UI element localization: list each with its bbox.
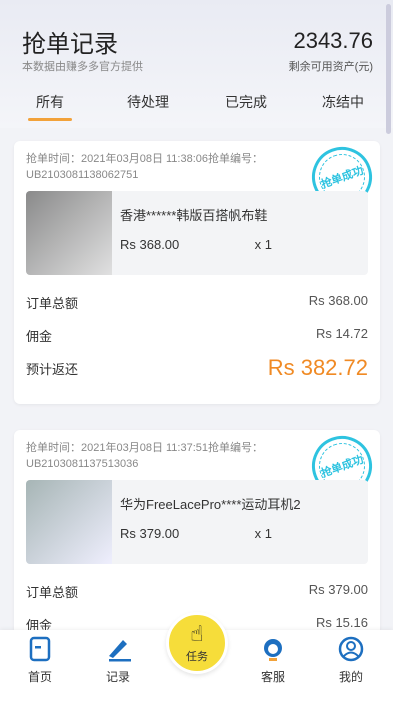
commission-label: 佣金 (26, 329, 53, 344)
user-icon (338, 636, 364, 664)
nav-task-label: 任务 (186, 651, 208, 663)
tab-bar: 所有 待处理 已完成 冻结中 (0, 88, 393, 122)
nav-home[interactable]: 首页 (10, 636, 70, 685)
product-box[interactable]: 华为FreeLacePro****运动耳机2 Rs 379.00 x 1 (26, 480, 368, 564)
product-image (26, 191, 112, 275)
product-qty: x 1 (254, 526, 272, 541)
commission-value: Rs 14.72 (315, 326, 368, 341)
nav-service-label: 客服 (260, 670, 285, 684)
commission-value: Rs 15.16 (315, 615, 368, 630)
return-value: Rs 382.72 (267, 355, 368, 380)
order-total-value: Rs 368.00 (308, 293, 368, 308)
order-card: 抢单时间：2021年03月08日 11:37:51抢单编号：UB21030811… (14, 427, 381, 633)
nav-service[interactable]: 客服 (243, 636, 303, 685)
product-image (26, 480, 112, 564)
order-total-label: 订单总额 (26, 296, 79, 311)
tab-all[interactable]: 所有 (28, 92, 72, 121)
order-total-value: Rs 379.00 (308, 582, 368, 597)
bottom-nav: 首页 记录 ☝ 任务 客服 我的 (0, 612, 393, 702)
order-total-label: 订单总额 (26, 585, 79, 600)
page-title: 抢单记录 (22, 31, 118, 58)
nav-mine[interactable]: 我的 (321, 636, 381, 685)
product-qty: x 1 (254, 237, 272, 252)
nav-records[interactable]: 记录 (88, 636, 148, 685)
nav-task-button[interactable]: ☝ 任务 (166, 612, 228, 674)
home-icon (27, 636, 53, 664)
tab-completed[interactable]: 已完成 (225, 92, 267, 112)
product-name: 香港******韩版百搭帆布鞋 (120, 208, 268, 223)
headset-icon (260, 636, 286, 664)
page-header: 抢单记录 本数据由赚多多官方提供 2343.76 剩余可用资产(元) 所有 待处… (0, 0, 393, 134)
product-price: Rs 368.00 (120, 237, 180, 252)
order-total-row: 订单总额 Rs 368.00 (26, 285, 368, 318)
pen-icon (105, 636, 131, 664)
product-box[interactable]: 香港******韩版百搭帆布鞋 Rs 368.00 x 1 (26, 191, 368, 275)
page-subtitle: 本数据由赚多多官方提供 (22, 61, 143, 73)
nav-mine-label: 我的 (338, 670, 363, 684)
return-row: 预计返还 Rs 382.72 (26, 351, 368, 384)
return-label: 预计返还 (26, 362, 79, 377)
nav-home-label: 首页 (27, 670, 52, 684)
hand-tap-icon: ☝ (190, 621, 204, 646)
order-total-row: 订单总额 Rs 379.00 (26, 574, 368, 607)
product-price: Rs 379.00 (120, 526, 180, 541)
commission-row: 佣金 Rs 14.72 (26, 318, 368, 351)
product-name: 华为FreeLacePro****运动耳机2 (120, 497, 301, 512)
order-card: 抢单时间：2021年03月08日 11:38:06抢单编号：UB21030811… (14, 138, 381, 404)
nav-records-label: 记录 (105, 670, 130, 684)
balance-value: 2343.76 (293, 28, 373, 53)
balance-label: 剩余可用资产(元) (288, 61, 373, 73)
tab-pending[interactable]: 待处理 (127, 92, 169, 112)
tab-frozen[interactable]: 冻结中 (322, 92, 364, 112)
